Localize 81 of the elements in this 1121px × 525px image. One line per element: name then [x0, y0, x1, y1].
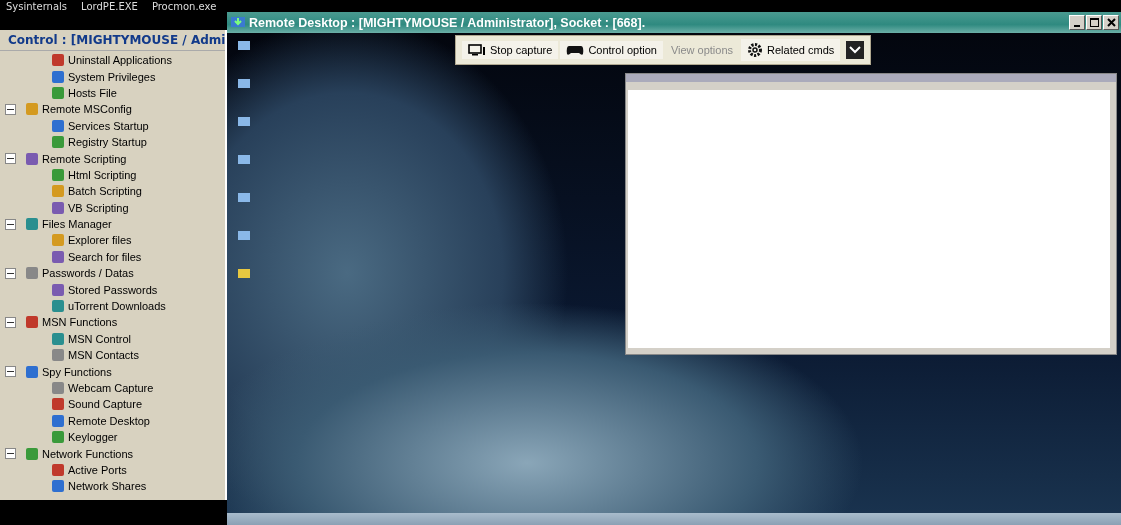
desktop-icon[interactable] [237, 229, 251, 243]
maximize-button[interactable] [1086, 15, 1102, 30]
app-icon [52, 332, 64, 345]
tree-item[interactable]: Batch Scripting [68, 185, 142, 198]
collapse-toggle[interactable] [5, 153, 16, 165]
tree-group[interactable]: Spy Functions [42, 365, 112, 378]
app-icon [52, 185, 64, 198]
app-icon [52, 136, 64, 149]
tree-item[interactable]: Registry Startup [68, 136, 147, 149]
toolbar-button[interactable]: Related cmds [741, 39, 841, 61]
app-icon [52, 201, 64, 214]
app-icon [52, 463, 64, 476]
tree-item[interactable]: Search for files [68, 250, 142, 263]
tree-item[interactable]: Keylogger [68, 431, 118, 444]
desktop-icon[interactable] [237, 115, 251, 129]
tree-item[interactable]: Services Startup [68, 119, 149, 132]
tree-item[interactable]: Explorer files [68, 234, 132, 247]
app-icon [52, 300, 64, 313]
tree-item[interactable]: MSN Control [68, 332, 131, 345]
tree-group[interactable]: Network Functions [42, 447, 134, 460]
close-icon [1106, 18, 1116, 27]
taskbar-item[interactable]: LordPE.EXE [81, 0, 138, 13]
app-icon [52, 349, 64, 362]
maximize-icon [1089, 18, 1099, 27]
tree-item[interactable]: uTorrent Downloads [68, 300, 166, 313]
tree-item[interactable]: Sound Capture [68, 398, 142, 411]
app-icon [52, 86, 64, 99]
tree-item[interactable]: Html Scripting [68, 168, 137, 181]
collapse-toggle[interactable] [5, 316, 16, 328]
toolbar-button[interactable]: Control option [560, 41, 663, 59]
tree-item[interactable]: Webcam Capture [68, 382, 154, 394]
tree-item[interactable]: Remote Desktop [68, 414, 150, 427]
minimize-icon [1074, 24, 1080, 27]
desktop-icon[interactable] [237, 191, 251, 205]
desktop-icon[interactable] [237, 77, 251, 91]
toolbar-button[interactable]: Stop capture [462, 41, 559, 59]
tree-item[interactable]: Uninstall Applications [68, 54, 172, 67]
tree-group[interactable]: Passwords / Datas [42, 267, 134, 280]
window-title: Remote Desktop : [MIGHTYMOUSE / Administrator], Socket : [668]. [249, 15, 646, 30]
taskbar-item[interactable]: Procmon.exe [151, 0, 217, 13]
tree-item[interactable]: Active Ports [68, 463, 127, 476]
dropdown-button[interactable] [846, 41, 865, 59]
tree-item[interactable]: System Privileges [68, 70, 156, 83]
tree-group[interactable]: MSN Functions [42, 316, 118, 329]
desktop-icon[interactable] [237, 39, 251, 53]
app-icon [52, 431, 64, 444]
app-icon [52, 234, 64, 247]
monitor-icon [231, 16, 245, 29]
app-icon [52, 70, 64, 83]
app-icon [52, 398, 64, 411]
gamepad-icon [566, 44, 585, 56]
app-icon [52, 283, 64, 296]
tree-group[interactable]: Remote MSConfig [42, 103, 132, 116]
app-icon [52, 382, 64, 394]
collapse-toggle[interactable] [5, 218, 16, 230]
tree-item[interactable]: Network Shares [68, 480, 147, 493]
tree-group[interactable]: Remote Scripting [42, 152, 127, 165]
app-icon [52, 250, 64, 263]
collapse-toggle[interactable] [5, 103, 16, 115]
app-icon [52, 119, 64, 132]
tree-item[interactable]: VB Scripting [68, 201, 129, 214]
tree-item[interactable]: Hosts File [68, 86, 117, 99]
app-icon [52, 54, 64, 67]
collapse-toggle[interactable] [5, 366, 16, 378]
settings-icon [747, 42, 764, 58]
collapse-toggle[interactable] [5, 267, 16, 279]
desktop-icon[interactable] [237, 153, 251, 167]
tree-item[interactable]: Stored Passwords [68, 283, 158, 296]
taskbar-item[interactable]: Sysinternals [6, 0, 68, 13]
tree-item[interactable]: MSN Contacts [68, 349, 139, 362]
minimize-button[interactable] [1069, 15, 1085, 30]
tree-group[interactable]: Files Manager [42, 218, 112, 231]
app-icon [52, 168, 64, 181]
collapse-toggle[interactable] [5, 448, 16, 460]
panel-title: Control : [MIGHTYMOUSE / Admi [8, 33, 226, 47]
close-button[interactable] [1103, 15, 1119, 30]
app-icon [52, 414, 64, 427]
desktop-icon[interactable] [237, 267, 251, 281]
monitor-icon [468, 44, 486, 56]
chevron-down-icon [849, 46, 862, 54]
app-icon [52, 480, 64, 493]
